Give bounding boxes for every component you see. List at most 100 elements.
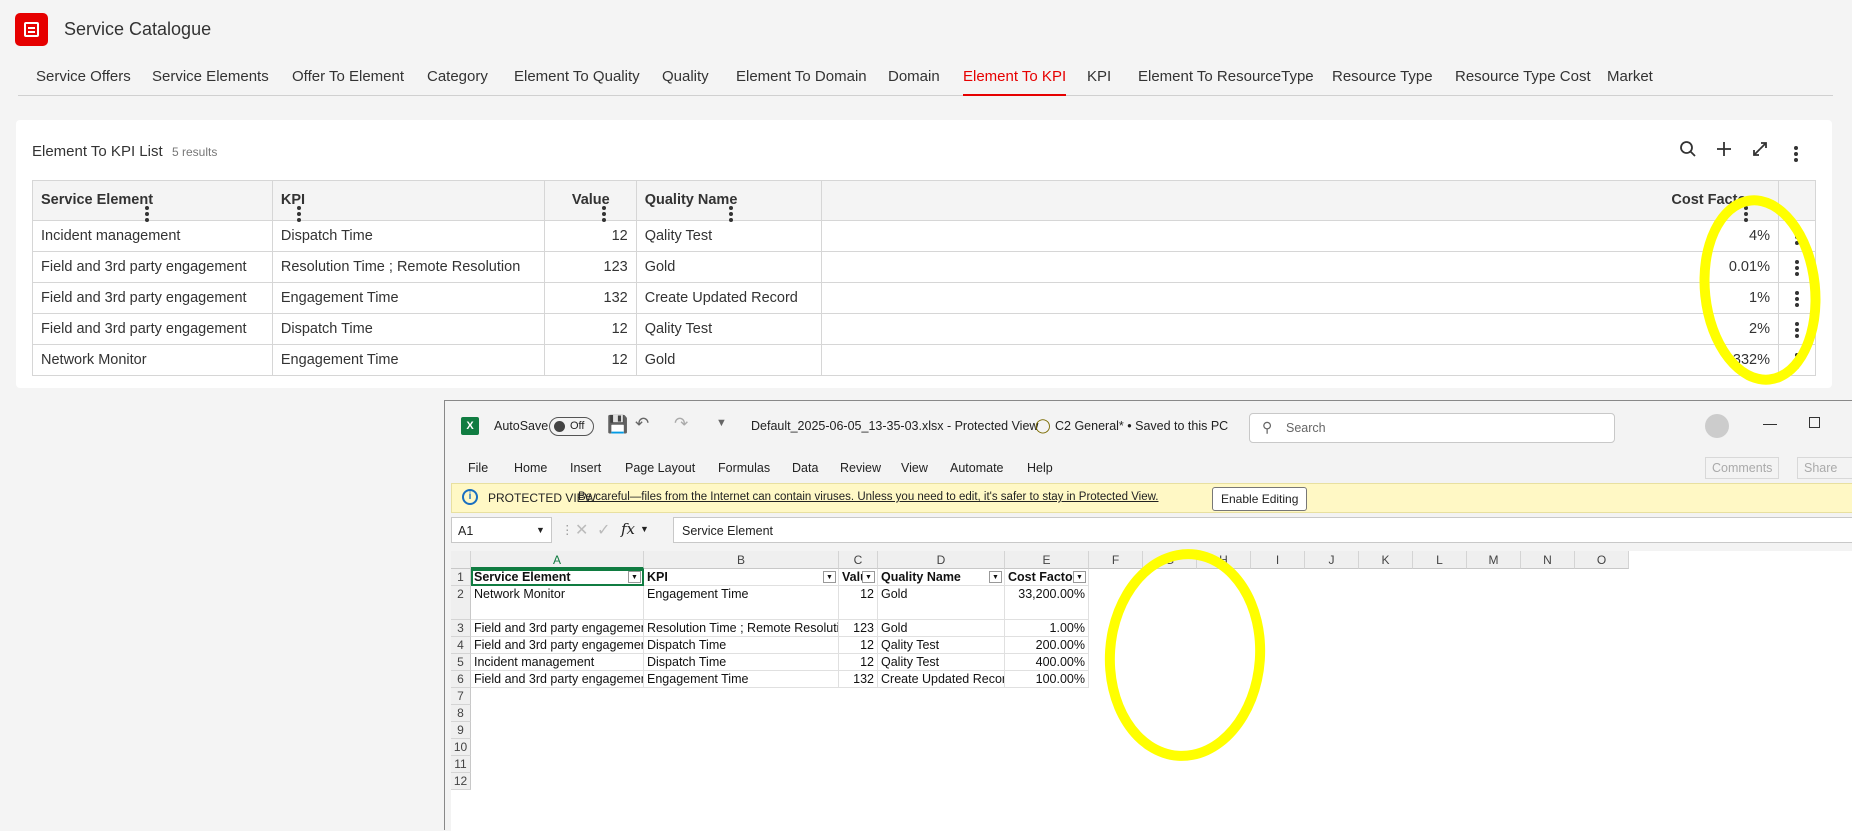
table-row[interactable]: Network Monitor Engagement Time 12 Gold … <box>32 344 1817 376</box>
table-row[interactable]: Incident management Dispatch Time 12 Qal… <box>32 220 1817 252</box>
row-header[interactable]: 11 <box>451 756 471 773</box>
column-header-value[interactable]: Value <box>543 180 637 221</box>
data-cell[interactable]: 100.00% <box>1005 671 1089 688</box>
search-input[interactable]: ⚲ Search <box>1249 413 1615 443</box>
catalogue-logo-icon[interactable] <box>15 13 48 46</box>
redo-icon[interactable]: ↷ <box>674 414 688 434</box>
menu-view[interactable]: View <box>901 461 928 475</box>
row-header[interactable]: 6 <box>451 671 471 688</box>
expand-icon[interactable] <box>1746 138 1774 166</box>
column-header-service-element[interactable]: Service Element <box>32 180 273 221</box>
column-menu-icon[interactable] <box>145 205 150 221</box>
row-header[interactable]: 3 <box>451 620 471 637</box>
row-header[interactable]: 5 <box>451 654 471 671</box>
row-header[interactable]: 8 <box>451 705 471 722</box>
column-header-kpi[interactable]: KPI <box>271 180 545 221</box>
column-header[interactable]: I <box>1251 551 1305 569</box>
data-cell[interactable]: 12 <box>839 586 878 620</box>
tab-kpi[interactable]: KPI <box>1087 68 1111 96</box>
menu-review[interactable]: Review <box>840 461 881 475</box>
row-header[interactable]: 4 <box>451 637 471 654</box>
column-header[interactable]: C <box>839 551 878 569</box>
data-cell[interactable]: 200.00% <box>1005 637 1089 654</box>
data-cell[interactable]: 12 <box>839 654 878 671</box>
comments-button[interactable]: Comments <box>1705 457 1780 479</box>
header-cell[interactable]: Cost Factor ▼ <box>1005 569 1089 586</box>
data-cell[interactable]: 123 <box>839 620 878 637</box>
column-menu-icon[interactable] <box>601 205 606 221</box>
more-options-icon[interactable] <box>1782 138 1810 166</box>
select-all-corner[interactable] <box>451 551 471 569</box>
column-header[interactable]: N <box>1521 551 1575 569</box>
data-cell[interactable]: Dispatch Time <box>644 654 839 671</box>
menu-file[interactable]: File <box>468 461 488 475</box>
row-header[interactable]: 12 <box>451 773 471 790</box>
column-header[interactable]: M <box>1467 551 1521 569</box>
column-header[interactable]: D <box>878 551 1005 569</box>
filter-dropdown-icon[interactable]: ▼ <box>823 571 836 583</box>
column-menu-icon[interactable] <box>729 205 734 221</box>
tab-domain[interactable]: Domain <box>888 68 940 96</box>
data-cell[interactable]: 400.00% <box>1005 654 1089 671</box>
data-cell[interactable]: Field and 3rd party engagement <box>471 671 644 688</box>
data-cell[interactable]: Resolution Time ; Remote Resolution <box>644 620 839 637</box>
column-header[interactable]: F <box>1089 551 1143 569</box>
data-cell[interactable]: 132 <box>839 671 878 688</box>
column-header[interactable]: J <box>1305 551 1359 569</box>
data-cell[interactable]: Network Monitor <box>471 586 644 620</box>
minimize-icon[interactable]: — <box>1763 415 1777 431</box>
quick-access-customize-icon[interactable]: ▼ <box>716 417 727 429</box>
filter-dropdown-icon[interactable]: ▼ <box>1073 571 1086 583</box>
table-row[interactable]: Field and 3rd party engagement Engagemen… <box>32 282 1817 314</box>
data-cell[interactable]: Create Updated Record <box>878 671 1005 688</box>
tab-element-to-quality[interactable]: Element To Quality <box>514 68 640 96</box>
chevron-down-icon[interactable]: ▼ <box>640 524 649 534</box>
tab-offer-to-element[interactable]: Offer To Element <box>292 68 404 96</box>
formula-input[interactable]: Service Element <box>673 517 1852 543</box>
cancel-icon[interactable]: ✕ <box>575 520 588 540</box>
autosave-toggle[interactable]: Off <box>549 417 594 436</box>
account-avatar[interactable] <box>1705 414 1729 438</box>
header-cell[interactable]: Service Element ▼ <box>471 569 644 586</box>
column-header[interactable]: O <box>1575 551 1629 569</box>
chevron-down-icon[interactable]: ▼ <box>536 525 545 535</box>
menu-page-layout[interactable]: Page Layout <box>625 461 695 475</box>
tab-element-to-kpi[interactable]: Element To KPI <box>963 68 1067 96</box>
table-row[interactable]: Field and 3rd party engagement Dispatch … <box>32 313 1817 345</box>
data-cell[interactable]: 12 <box>839 637 878 654</box>
data-cell[interactable]: 1.00% <box>1005 620 1089 637</box>
tab-category[interactable]: Category <box>427 68 488 96</box>
column-menu-icon[interactable] <box>297 205 302 221</box>
row-header[interactable]: 7 <box>451 688 471 705</box>
data-cell[interactable]: Field and 3rd party engagement <box>471 620 644 637</box>
tab-quality[interactable]: Quality <box>662 68 709 96</box>
data-cell[interactable]: Incident management <box>471 654 644 671</box>
menu-formulas[interactable]: Formulas <box>718 461 770 475</box>
data-cell[interactable]: Gold <box>878 620 1005 637</box>
data-cell[interactable]: Qality Test <box>878 654 1005 671</box>
add-icon[interactable] <box>1710 138 1738 166</box>
column-header[interactable]: E <box>1005 551 1089 569</box>
menu-home[interactable]: Home <box>514 461 547 475</box>
protected-view-message[interactable]: Be careful—files from the Internet can c… <box>578 491 1158 503</box>
data-cell[interactable]: Engagement Time <box>644 586 839 620</box>
column-header[interactable]: A <box>471 551 644 569</box>
tab-element-to-resourcetype[interactable]: Element To ResourceType <box>1138 68 1314 96</box>
enter-icon[interactable]: ✓ <box>597 520 610 540</box>
maximize-icon[interactable] <box>1809 417 1820 428</box>
row-header[interactable]: 10 <box>451 739 471 756</box>
tab-service-elements[interactable]: Service Elements <box>152 68 269 96</box>
column-header-cost-factor[interactable]: Cost Factor <box>820 180 1779 221</box>
sensitivity-label[interactable]: C2 General* • Saved to this PC <box>1055 419 1228 433</box>
column-header[interactable]: L <box>1413 551 1467 569</box>
name-box[interactable]: A1 ▼ <box>451 517 552 543</box>
share-button[interactable]: Share <box>1797 457 1852 479</box>
more-icon[interactable]: ⋮ <box>561 522 574 537</box>
filter-dropdown-icon[interactable]: ▼ <box>862 571 875 583</box>
table-row[interactable]: Field and 3rd party engagement Resolutio… <box>32 251 1817 283</box>
data-cell[interactable]: Gold <box>878 586 1005 620</box>
search-icon[interactable] <box>1674 138 1702 166</box>
row-header[interactable]: 2 <box>451 586 471 620</box>
tab-resource-type-cost[interactable]: Resource Type Cost <box>1455 68 1591 96</box>
data-cell[interactable]: 33,200.00% <box>1005 586 1089 620</box>
